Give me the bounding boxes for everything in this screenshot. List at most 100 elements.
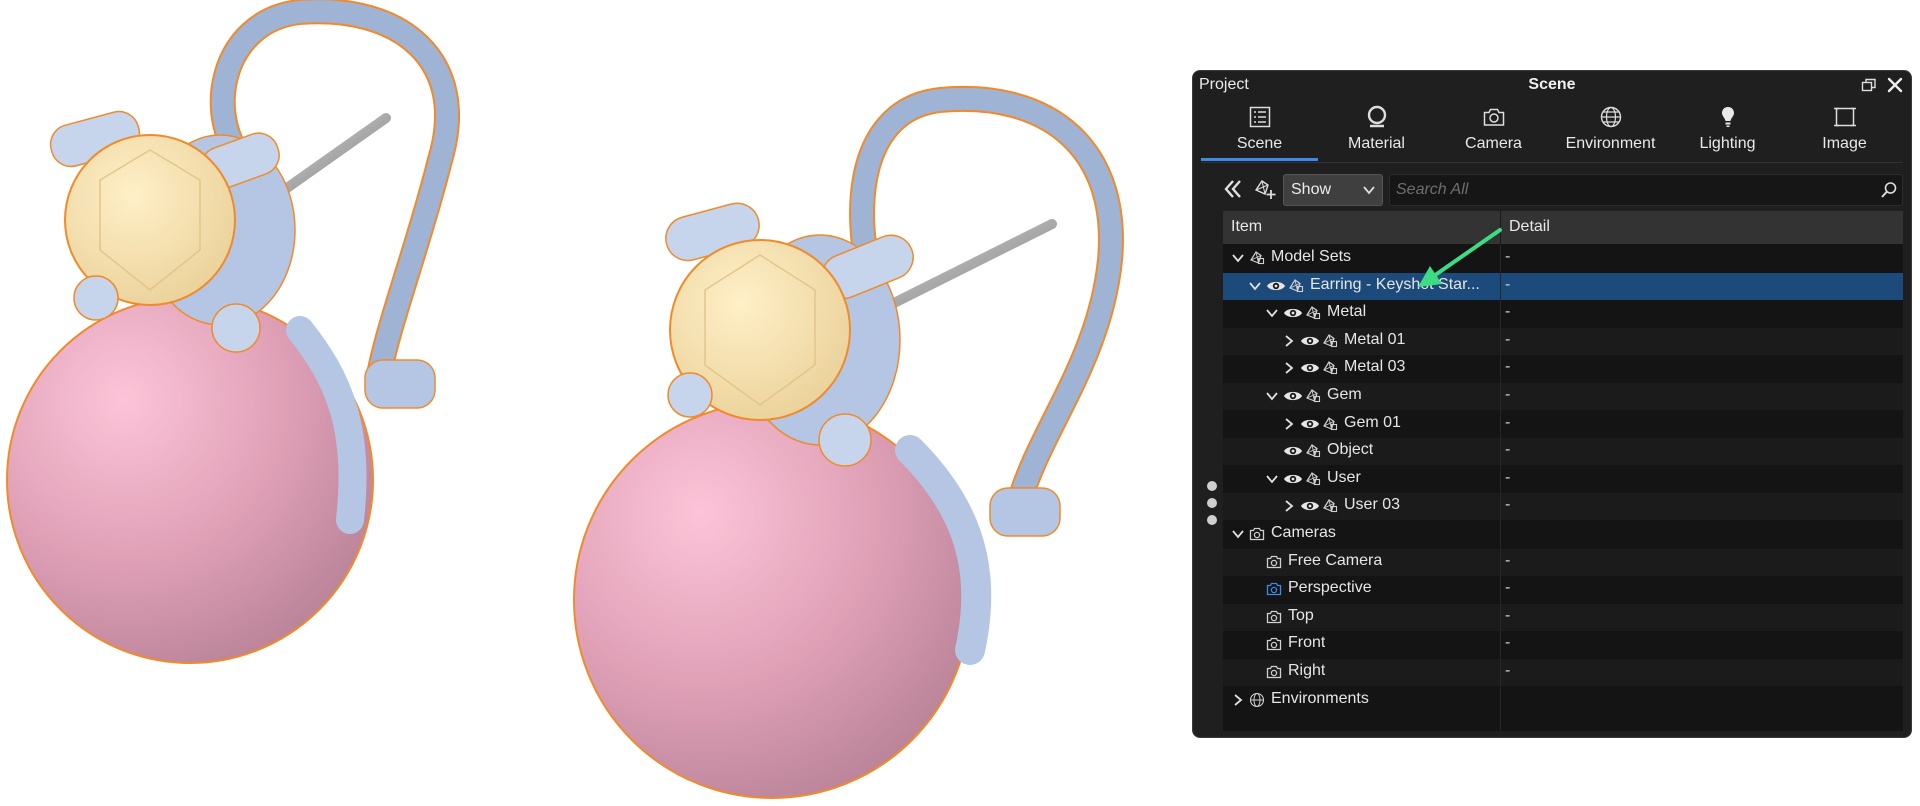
eye-icon[interactable] <box>1283 389 1303 403</box>
tree-row-detail: - <box>1505 634 1511 652</box>
panel-titlebar[interactable]: Project Scene <box>1193 71 1911 99</box>
collapse-all-button[interactable] <box>1219 175 1247 203</box>
chevron-right-icon[interactable] <box>1231 693 1245 707</box>
tab-material[interactable]: Material <box>1318 101 1435 161</box>
model-set-icon <box>1306 389 1321 403</box>
column-header-item[interactable]: Item <box>1231 218 1262 236</box>
tree-row-label: User 03 <box>1344 496 1401 514</box>
chevron-down-icon[interactable] <box>1231 527 1245 541</box>
chevron-right-icon[interactable] <box>1282 361 1296 375</box>
tree-row[interactable]: Gem 01 - <box>1223 411 1903 438</box>
model-set-icon <box>1306 471 1321 485</box>
chevron-down-icon[interactable] <box>1265 306 1279 320</box>
search-input[interactable] <box>1394 178 1868 202</box>
filter-dropdown[interactable]: Show <box>1283 174 1383 206</box>
tree-row-label: Metal <box>1327 303 1367 321</box>
eye-icon[interactable] <box>1300 417 1320 431</box>
earring-left[interactable] <box>6 0 460 664</box>
tab-scene[interactable]: Scene <box>1201 101 1318 161</box>
chevron-down-icon[interactable] <box>1265 389 1279 403</box>
eye-icon[interactable] <box>1300 361 1320 375</box>
model-set-icon <box>1323 361 1338 375</box>
eye-icon[interactable] <box>1283 306 1303 320</box>
tree-row-label: Model Sets <box>1271 248 1352 265</box>
camera-icon <box>1266 555 1282 568</box>
eye-icon[interactable] <box>1300 499 1320 513</box>
chevron-down-icon[interactable] <box>1248 279 1262 293</box>
camera-icon <box>1266 610 1282 623</box>
tree-row-label: User <box>1327 468 1361 486</box>
tab-scene-label: Scene <box>1236 135 1283 152</box>
tree-row[interactable]: Front - <box>1223 631 1903 658</box>
tree-row-label: Environments <box>1271 689 1369 707</box>
tree-row-detail: - <box>1505 551 1511 569</box>
scene-panel: Project Scene Scene Material Camera Envi… <box>1192 70 1912 738</box>
tree-row-detail: - <box>1505 413 1511 431</box>
tree-row[interactable]: Model Sets - <box>1223 245 1903 272</box>
close-button[interactable] <box>1883 73 1907 97</box>
camera-icon <box>1266 665 1282 679</box>
tree-row[interactable]: Perspective - <box>1223 576 1903 603</box>
chevron-down-icon[interactable] <box>1265 472 1279 486</box>
model-set-icon <box>1250 251 1265 265</box>
chevron-right-icon[interactable] <box>1282 417 1296 431</box>
render-viewport[interactable] <box>0 0 1180 806</box>
add-model-set-button[interactable] <box>1251 175 1279 203</box>
annotation-arrow <box>1418 228 1502 287</box>
chevron-right-icon[interactable] <box>1282 334 1296 348</box>
eye-icon[interactable] <box>1266 279 1286 293</box>
tab-environment-label: Environment <box>1565 135 1656 152</box>
tree-row[interactable]: User 03 - <box>1223 493 1903 521</box>
tab-image[interactable]: Image <box>1786 101 1903 161</box>
tree-row[interactable]: Top - <box>1223 603 1903 631</box>
tree-row-label: Gem <box>1327 386 1362 403</box>
model-set-icon <box>1323 416 1338 430</box>
tree-row-detail: - <box>1505 441 1511 459</box>
tree-row-label: Free Camera <box>1288 551 1383 569</box>
tree-row-detail: - <box>1505 496 1511 514</box>
eye-icon[interactable] <box>1283 444 1303 458</box>
tree-row[interactable]: Earring - Keyshot Star... - <box>1223 272 1903 300</box>
chevron-down-icon <box>1363 186 1375 195</box>
tree-row-label: Top <box>1288 606 1314 624</box>
panel-resize-handle[interactable] <box>1207 481 1219 535</box>
tab-camera[interactable]: Camera <box>1435 101 1552 161</box>
camera-icon <box>1249 527 1265 541</box>
model-set-icon <box>1306 444 1321 458</box>
model-set-icon <box>1289 278 1304 292</box>
chevron-down-icon[interactable] <box>1231 251 1245 265</box>
undock-button[interactable] <box>1857 73 1881 97</box>
eye-icon[interactable] <box>1300 334 1320 348</box>
tree-row[interactable]: Right - <box>1223 659 1903 686</box>
tree-row[interactable]: Metal 03 - <box>1223 355 1903 382</box>
tree-row-label: Object <box>1327 441 1374 459</box>
tree-row-label: Perspective <box>1288 579 1372 597</box>
earring-right[interactable] <box>573 85 1124 799</box>
tree-row[interactable]: Gem - <box>1223 383 1903 410</box>
tree-row-label: Front <box>1288 634 1326 652</box>
tree-row[interactable]: User - <box>1223 466 1903 493</box>
chevron-right-icon[interactable] <box>1282 499 1296 513</box>
search-icon[interactable] <box>1880 181 1898 199</box>
tab-material-label: Material <box>1348 135 1405 152</box>
camera-icon <box>1483 108 1504 126</box>
globe-icon <box>1249 692 1265 707</box>
model-set-icon <box>1306 306 1321 320</box>
filter-dropdown-value: Show <box>1291 181 1332 198</box>
tree-row[interactable]: Metal 01 - <box>1223 327 1903 355</box>
tree-row[interactable]: Environments <box>1223 687 1903 714</box>
tree-row[interactable]: Cameras <box>1223 521 1903 548</box>
tree-row-detail: - <box>1505 330 1511 348</box>
column-header-detail[interactable]: Detail <box>1509 218 1550 236</box>
tree-row-label: Metal 01 <box>1344 330 1406 348</box>
tree-row[interactable]: Metal - <box>1223 300 1903 327</box>
tab-environment[interactable]: Environment <box>1552 101 1669 161</box>
tree-row[interactable]: Free Camera - <box>1223 548 1903 576</box>
tab-lighting[interactable]: Lighting <box>1669 101 1786 161</box>
list-icon <box>1249 106 1270 128</box>
lightbulb-icon <box>1721 107 1734 127</box>
double-chevron-left-icon <box>1224 180 1241 198</box>
eye-icon[interactable] <box>1283 472 1303 486</box>
tree-row[interactable]: Object - <box>1223 438 1903 466</box>
tree-header: Item Detail <box>1223 211 1903 244</box>
